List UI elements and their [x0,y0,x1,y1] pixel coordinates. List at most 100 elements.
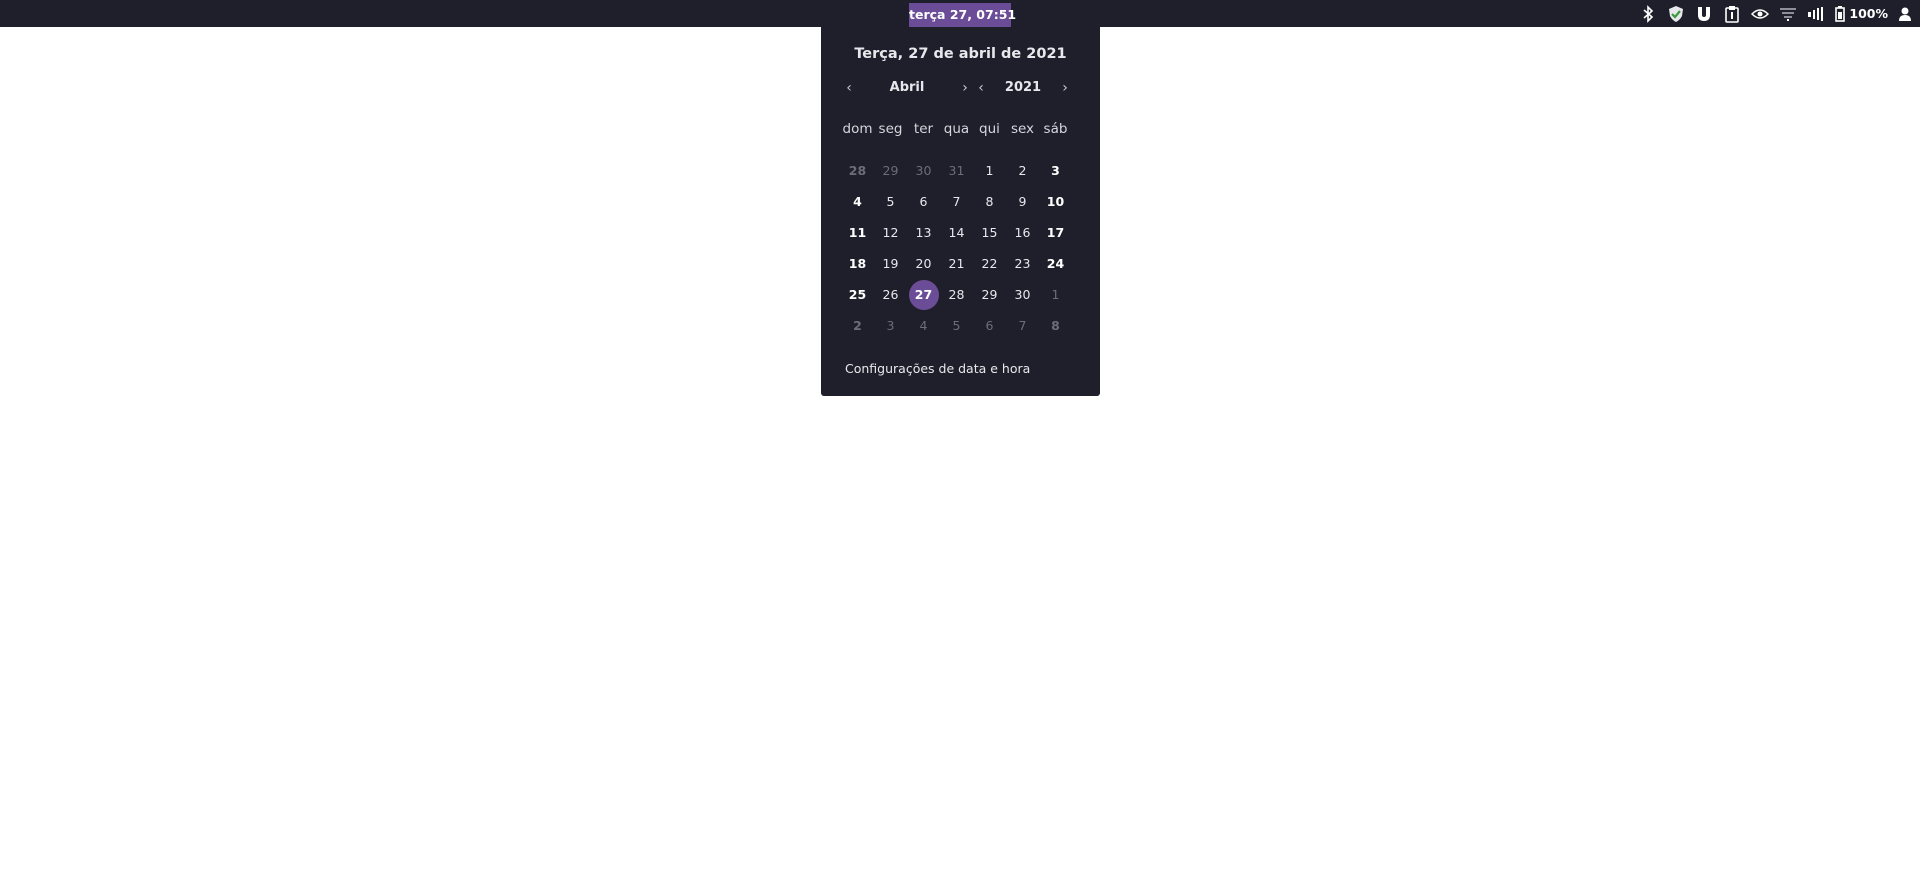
day-cell[interactable]: 6 [907,186,940,217]
day-number: 20 [915,256,932,271]
user-icon[interactable] [1894,0,1916,27]
day-number: 17 [1046,225,1065,240]
day-cell[interactable]: 5 [874,186,907,217]
day-cell[interactable]: 7 [940,186,973,217]
day-cell[interactable]: 3 [1039,155,1072,186]
weekday-label: qui [979,121,1000,137]
day-cell[interactable]: 7 [1006,310,1039,341]
day-number: 7 [1018,318,1027,333]
day-cell[interactable]: 2 [841,310,874,341]
day-number: 16 [1014,225,1031,240]
day-cell[interactable]: 26 [874,279,907,310]
day-cell[interactable]: 29 [874,155,907,186]
day-cell[interactable]: 8 [1039,310,1072,341]
day-cell-today[interactable]: 27 [907,279,940,310]
clock-button[interactable]: terça 27, 07:51 [909,3,1016,27]
day-cell[interactable]: 11 [841,217,874,248]
day-cell[interactable]: 1 [1039,279,1072,310]
day-cell[interactable]: 5 [940,310,973,341]
day-cell[interactable]: 22 [973,248,1006,279]
year-navigator: ‹ 2021 › [973,77,1073,99]
day-cell[interactable]: 9 [1006,186,1039,217]
bluetooth-icon[interactable] [1637,0,1659,27]
weekday-header: dom seg ter qua qui sex sáb [841,119,1072,139]
day-cell[interactable]: 15 [973,217,1006,248]
day-number: 6 [985,318,994,333]
day-number: 3 [886,318,895,333]
volume-icon[interactable] [1805,0,1827,27]
weekday-label: qua [943,121,970,137]
nvidia-icon[interactable] [1749,0,1771,27]
day-cell[interactable]: 13 [907,217,940,248]
day-number: 9 [1018,194,1027,209]
day-cell[interactable]: 24 [1039,248,1072,279]
day-number: 11 [848,225,867,240]
prev-month-arrow[interactable]: ‹ [841,77,857,99]
day-cell[interactable]: 19 [874,248,907,279]
day-cell[interactable]: 28 [841,155,874,186]
day-cell[interactable]: 21 [940,248,973,279]
day-number: 10 [1046,194,1065,209]
calendar-popup: Terça, 27 de abril de 2021 ‹ Abril › ‹ 2… [821,27,1100,396]
day-number: 13 [915,225,932,240]
day-number: 8 [1051,318,1060,333]
wifi-icon[interactable] [1777,0,1799,27]
month-label: Abril [889,80,925,95]
prev-year-arrow[interactable]: ‹ [973,77,989,99]
battery-icon[interactable] [1833,0,1847,27]
day-cell[interactable]: 23 [1006,248,1039,279]
day-number: 26 [882,287,899,302]
day-cell[interactable]: 20 [907,248,940,279]
day-cell[interactable]: 4 [907,310,940,341]
top-bar: terça 27, 07:51 100% [0,0,1920,27]
day-number: 14 [948,225,965,240]
day-grid: 28 29 30 31 1 2 3 4 5 6 7 8 9 10 11 12 13 14 15 16 17 18 19 20 2… [841,155,1072,341]
day-cell[interactable]: 3 [874,310,907,341]
day-cell[interactable]: 1 [973,155,1006,186]
weekday-label: sex [1010,121,1035,137]
day-number: 30 [1014,287,1031,302]
day-cell[interactable]: 6 [973,310,1006,341]
magnet-icon[interactable] [1693,0,1715,27]
shield-check-icon[interactable] [1665,0,1687,27]
day-number: 18 [848,256,867,271]
day-number: 30 [915,163,932,178]
day-number: 15 [981,225,998,240]
day-cell[interactable]: 25 [841,279,874,310]
day-cell[interactable]: 31 [940,155,973,186]
weekday-label: seg [878,121,903,137]
day-cell[interactable]: 14 [940,217,973,248]
day-number: 2 [1018,163,1027,178]
day-number: 1 [1051,287,1060,302]
clipboard-icon[interactable] [1721,0,1743,27]
day-number: 5 [952,318,961,333]
day-number: 22 [981,256,998,271]
day-cell[interactable]: 16 [1006,217,1039,248]
day-cell[interactable]: 10 [1039,186,1072,217]
day-number: 3 [1051,163,1060,178]
full-date-label[interactable]: Terça, 27 de abril de 2021 [821,46,1100,62]
year-label: 2021 [1004,80,1042,95]
day-cell[interactable]: 30 [907,155,940,186]
day-cell[interactable]: 17 [1039,217,1072,248]
day-number: 4 [853,194,862,209]
day-cell[interactable]: 18 [841,248,874,279]
day-cell[interactable]: 12 [874,217,907,248]
date-time-settings-link[interactable]: Configurações de data e hora [845,361,1030,376]
day-cell[interactable]: 29 [973,279,1006,310]
day-number: 12 [882,225,899,240]
day-cell[interactable]: 8 [973,186,1006,217]
day-cell[interactable]: 28 [940,279,973,310]
next-year-arrow[interactable]: › [1057,77,1073,99]
weekday-label: ter [913,121,934,137]
day-number: 6 [919,194,928,209]
day-cell[interactable]: 4 [841,186,874,217]
day-cell[interactable]: 2 [1006,155,1039,186]
month-navigator: ‹ Abril › [841,77,973,99]
next-month-arrow[interactable]: › [957,77,973,99]
day-number: 27 [908,280,939,310]
day-number: 23 [1014,256,1031,271]
day-number: 5 [886,194,895,209]
day-cell[interactable]: 30 [1006,279,1039,310]
day-number: 4 [919,318,928,333]
